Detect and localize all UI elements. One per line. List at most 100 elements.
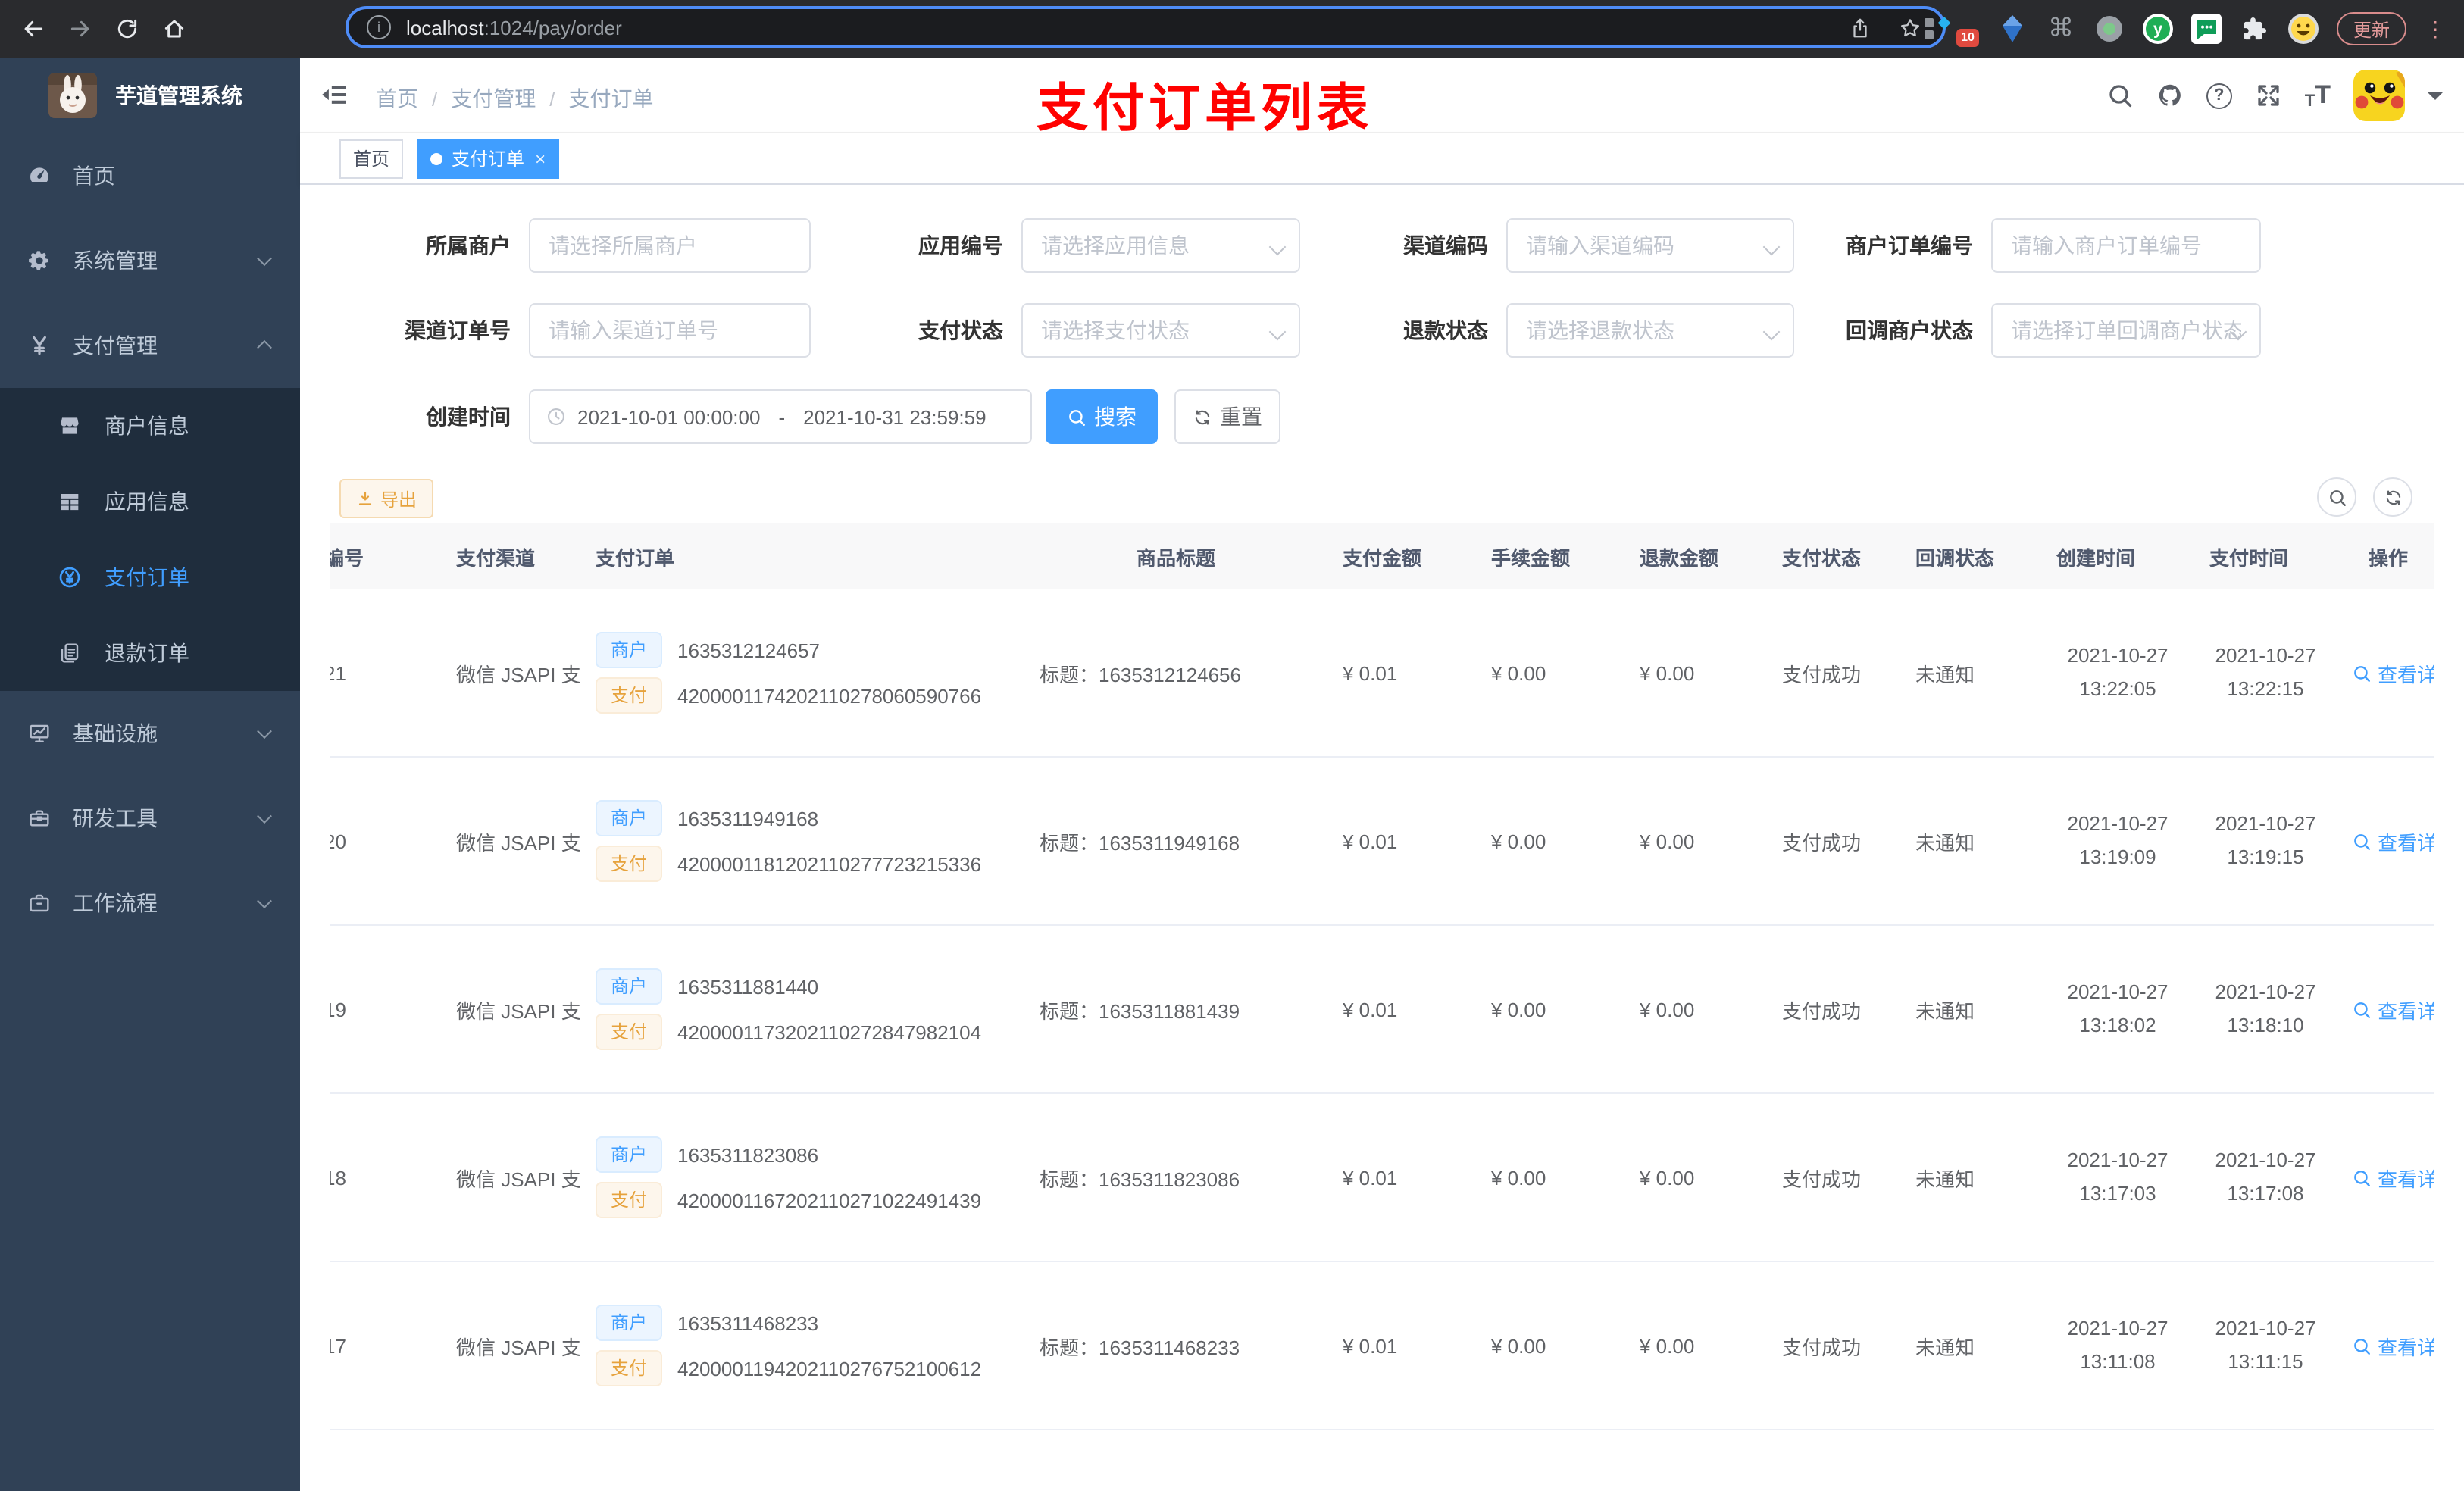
cell-action — [2337, 1430, 2434, 1491]
merchant-order-no: 1635311823086 — [677, 1143, 819, 1166]
sidebar-toggle-icon[interactable] — [320, 80, 349, 109]
cell-channel: 微信 JSAPI 支付 — [441, 925, 580, 1094]
filter-item: 商户订单编号 — [1746, 218, 2261, 273]
extension-chat-icon[interactable] — [2190, 14, 2222, 44]
search-icon[interactable] — [2106, 82, 2134, 109]
sidebar-menu-item[interactable]: 首页 — [0, 133, 300, 218]
screenshot-stage: i localhost:1024/pay/order 10 ⌘ y 更新 ⋮ 芋… — [0, 0, 2464, 1491]
sidebar-menu-item[interactable]: 基础设施 — [0, 691, 300, 776]
profile-emoji-icon[interactable] — [2287, 14, 2319, 44]
menu-item-icon — [27, 164, 52, 188]
refresh-icon — [2383, 487, 2403, 507]
cell-status: 支付成功 — [1767, 1261, 1900, 1430]
toggle-search-button[interactable] — [2317, 477, 2356, 517]
menu-item-icon — [58, 565, 82, 589]
date-start[interactable]: 2021-10-01 00:00:00 — [577, 405, 760, 428]
reset-button[interactable]: 重置 — [1174, 389, 1280, 444]
cell-paid: 2021-10-27 13:19:15 — [2194, 757, 2337, 926]
browser-menu-icon[interactable]: ⋮ — [2425, 16, 2446, 42]
filter-item: 所属商户 — [312, 218, 811, 273]
url-bar[interactable]: i localhost:1024/pay/order — [346, 6, 1946, 48]
view-detail-link[interactable]: 查看详情 — [2352, 827, 2434, 855]
bookmark-star-icon[interactable] — [1899, 16, 1921, 39]
font-size-icon[interactable]: TT — [2305, 80, 2331, 111]
table-header-row: 编号 支付渠道 支付订单 商品标题 支付金额 手续金额 退款金额 支付状态 回调… — [330, 523, 2434, 589]
browser-home-icon[interactable] — [162, 17, 186, 41]
cell-title: 标题：1635311823086 — [1024, 1093, 1327, 1262]
view-detail-link[interactable]: 查看详情 — [2352, 1163, 2434, 1192]
view-tag[interactable]: 支付订单 × — [417, 139, 560, 178]
breadcrumb-item[interactable]: 支付订单 — [569, 83, 654, 114]
extension-record-icon[interactable] — [2094, 14, 2125, 44]
cell-channel — [441, 1430, 580, 1491]
merchant-tag: 商户 — [596, 968, 663, 1005]
filter-input[interactable] — [1021, 218, 1300, 273]
browser-update-button[interactable]: 更新 — [2336, 12, 2406, 45]
extension-gem-icon[interactable] — [1997, 14, 2028, 44]
fullscreen-icon[interactable] — [2255, 82, 2282, 109]
sidebar-menu-item[interactable]: 系统管理 — [0, 218, 300, 303]
cell-order: 商户 1635311881440 支付 42000011732021102728… — [580, 925, 1024, 1094]
sidebar-menu-item[interactable]: 支付管理 — [0, 303, 300, 388]
export-button[interactable]: 导出 — [339, 479, 434, 518]
table-row: 商户 1635311054796 — [330, 1430, 2434, 1491]
sidebar-menu-item[interactable]: 工作流程 — [0, 861, 300, 946]
filter-input[interactable] — [1991, 303, 2261, 358]
close-icon[interactable]: × — [535, 148, 546, 169]
view-detail-link[interactable]: 查看详情 — [2352, 995, 2434, 1024]
filter-input[interactable] — [529, 303, 811, 358]
filter-label: 退款状态 — [1403, 318, 1488, 342]
orders-table[interactable]: 编号 支付渠道 支付订单 商品标题 支付金额 手续金额 退款金额 支付状态 回调… — [330, 523, 2434, 1491]
view-detail-link[interactable]: 查看详情 — [2352, 658, 2434, 687]
share-icon[interactable] — [1849, 16, 1871, 39]
cell-amount: ¥ 0.01 — [1327, 925, 1476, 1094]
site-info-icon[interactable]: i — [367, 15, 391, 39]
refresh-table-button[interactable] — [2373, 477, 2412, 517]
user-avatar[interactable] — [2353, 70, 2405, 121]
filter-input[interactable] — [529, 218, 811, 273]
menu-item-label: 系统管理 — [73, 248, 158, 273]
search-icon — [2352, 999, 2372, 1019]
col-fee: 手续金额 — [1476, 523, 1624, 589]
cell-action: 查看详情 — [2337, 1093, 2434, 1262]
search-button[interactable]: 搜索 — [1046, 389, 1158, 444]
breadcrumb-item[interactable]: 支付管理 — [451, 83, 536, 114]
sidebar-menu-item[interactable]: 商户信息 — [0, 388, 300, 464]
avatar-caret-icon[interactable] — [2428, 92, 2443, 107]
cell-fee: ¥ 0.00 — [1476, 1261, 1624, 1430]
filter-label: 商户订单编号 — [1846, 233, 1973, 258]
filter-label: 应用编号 — [918, 233, 1003, 258]
browser-reload-icon[interactable] — [115, 17, 139, 41]
cell-created: 2021-10-27 13:22:05 — [2041, 589, 2194, 758]
github-icon[interactable] — [2156, 82, 2184, 109]
filter-label: 创建时间 — [426, 405, 511, 429]
sidebar-menu-item[interactable]: 支付订单 — [0, 539, 300, 615]
cell-fee: ¥ 0.00 — [1476, 1093, 1624, 1262]
sidebar-logo[interactable]: 芋道管理系统 — [0, 58, 300, 133]
extension-apps-icon[interactable] — [1923, 14, 1953, 44]
refresh-icon — [1193, 407, 1212, 427]
date-range-picker[interactable]: 2021-10-01 00:00:00 - 2021-10-31 23:59:5… — [529, 389, 1032, 444]
breadcrumb-item[interactable]: 首页 — [376, 83, 418, 114]
merchant-order-no: 1635311949168 — [677, 807, 819, 830]
cell-order: 商户 1635311468233 支付 42000011942021102767… — [580, 1261, 1024, 1430]
filter-input[interactable] — [1991, 218, 2261, 273]
extension-y-icon[interactable]: y — [2142, 14, 2173, 44]
cell-notify: 未通知 — [1900, 589, 2041, 758]
cell-notify — [1900, 1430, 2041, 1491]
browser-back-icon[interactable] — [21, 17, 45, 41]
sidebar-menu-item[interactable]: 退款订单 — [0, 615, 300, 691]
help-icon[interactable] — [2206, 83, 2232, 108]
col-title: 商品标题 — [1024, 523, 1327, 589]
filter-input[interactable] — [1021, 303, 1300, 358]
view-tag[interactable]: 首页 — [339, 139, 404, 178]
view-detail-link[interactable]: 查看详情 — [2352, 1331, 2434, 1360]
sidebar-menu-item[interactable]: 应用信息 — [0, 464, 300, 539]
extension-command-icon[interactable]: ⌘ — [2046, 14, 2076, 44]
url-text[interactable]: localhost:1024/pay/order — [406, 16, 622, 39]
extensions-puzzle-icon[interactable] — [2240, 14, 2270, 44]
cell-title: 标题：1635311949168 — [1024, 757, 1327, 926]
browser-forward-icon[interactable] — [68, 17, 92, 41]
sidebar-menu-item[interactable]: 研发工具 — [0, 776, 300, 861]
date-end[interactable]: 2021-10-31 23:59:59 — [803, 405, 986, 428]
